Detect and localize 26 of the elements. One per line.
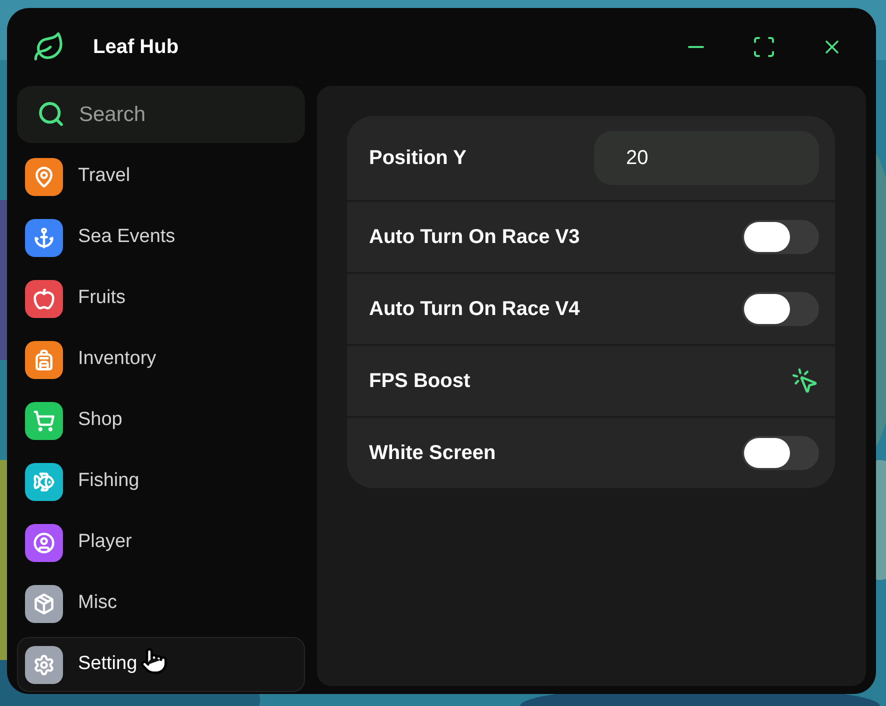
click-icon[interactable] — [791, 367, 819, 395]
toggle-switch[interactable] — [742, 220, 819, 254]
setting-label: Position Y — [369, 146, 466, 171]
leaf-icon — [33, 31, 65, 63]
sidebar-item[interactable]: Misc — [17, 576, 305, 631]
setting-label: Auto Turn On Race V3 — [369, 225, 580, 250]
sidebar-item[interactable]: Setting — [17, 637, 305, 692]
window-title: Leaf Hub — [93, 35, 179, 60]
sidebar-item[interactable]: Inventory — [17, 332, 305, 387]
setting-label: FPS Boost — [369, 369, 470, 394]
sidebar-item[interactable]: Fishing — [17, 454, 305, 509]
setting-label: White Screen — [369, 441, 496, 466]
hand-cursor-icon — [140, 646, 168, 676]
search-field[interactable]: Search — [17, 86, 305, 143]
sidebar-item[interactable]: Travel — [17, 149, 305, 204]
maximize-icon — [752, 35, 776, 59]
sidebar-item[interactable]: Shop — [17, 393, 305, 448]
setting-label: Auto Turn On Race V4 — [369, 297, 580, 322]
sidebar-item[interactable]: Sea Events — [17, 210, 305, 265]
minimize-icon — [688, 46, 704, 48]
toggle-switch[interactable] — [742, 292, 819, 326]
sidebar-item[interactable]: Fruits — [17, 271, 305, 326]
search-icon — [37, 100, 65, 128]
input-field[interactable]: 20 — [594, 131, 819, 185]
toggle-switch[interactable] — [742, 436, 819, 470]
sidebar-item[interactable]: Player — [17, 515, 305, 570]
